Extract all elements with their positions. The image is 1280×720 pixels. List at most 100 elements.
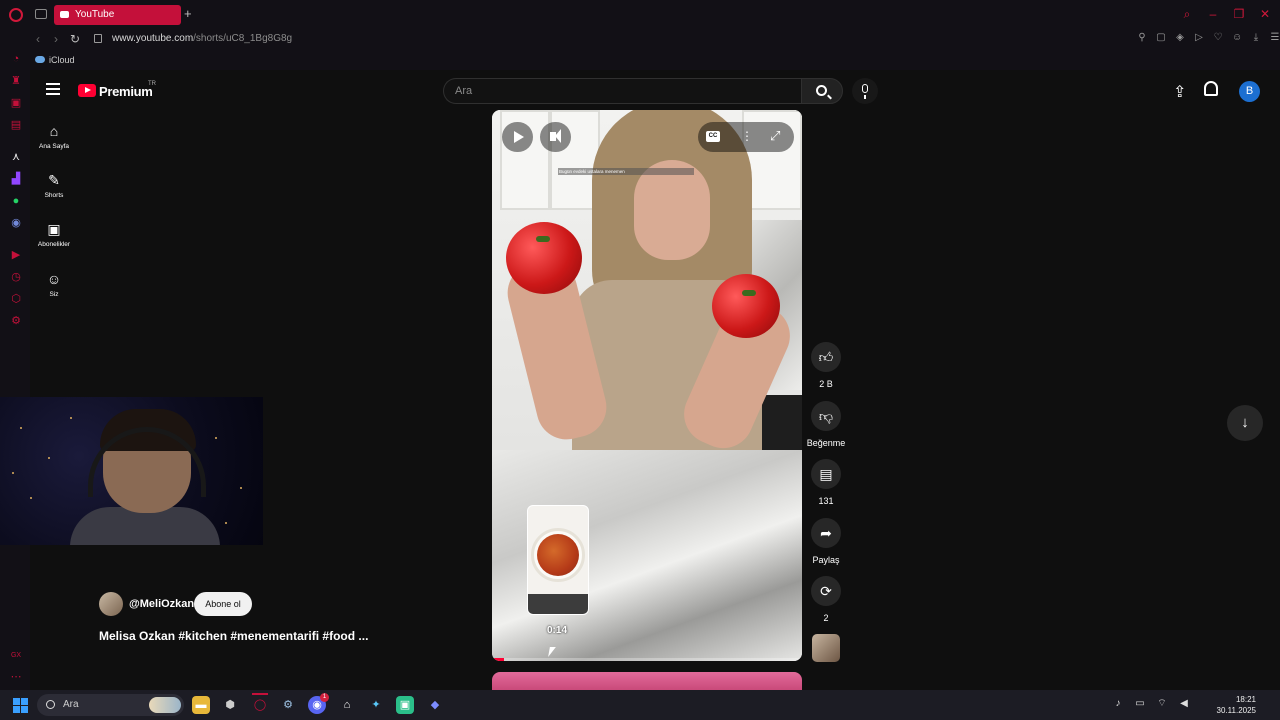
file-explorer-icon[interactable]: ▬: [192, 696, 210, 714]
more-icon[interactable]: ⋯: [10, 671, 22, 683]
search-button[interactable]: [801, 78, 843, 104]
like-button[interactable]: 👍︎ 2 B: [806, 342, 846, 389]
url-field[interactable]: www.youtube.com/shorts/uC8_1Bg8G8g: [112, 33, 292, 44]
app-icon[interactable]: ✦: [367, 696, 385, 714]
url-path: /shorts/uC8_1Bg8G8g: [193, 33, 293, 44]
subscribe-button[interactable]: Abone ol: [194, 592, 252, 616]
account-avatar[interactable]: B: [1239, 81, 1260, 102]
dislike-label: Beğenme: [806, 438, 846, 448]
forward-icon[interactable]: ›: [54, 32, 58, 46]
display-icon[interactable]: ▭: [1134, 698, 1146, 710]
snapshot-icon[interactable]: ▢: [1156, 32, 1166, 44]
more-options-icon[interactable]: ⋮: [741, 129, 753, 143]
clock-date: 30.11.2025: [1216, 706, 1256, 715]
progress-bar[interactable]: [492, 658, 802, 661]
search-input[interactable]: [444, 79, 801, 103]
settings-icon[interactable]: ⚙: [10, 315, 22, 327]
remix-button[interactable]: ⟳ 2: [806, 576, 846, 623]
fullscreen-icon[interactable]: ⤢: [770, 129, 780, 143]
minimize-icon[interactable]: –: [1206, 7, 1220, 21]
seek-preview-time: 0:14: [547, 625, 568, 636]
send-icon[interactable]: ▷: [1194, 32, 1204, 44]
guide-label: Ana Sayfa: [39, 143, 69, 150]
guide-item-shorts[interactable]: ✎ Shorts: [30, 172, 78, 199]
app-icon[interactable]: ▣: [396, 696, 414, 714]
messenger-icon[interactable]: ▤: [10, 119, 22, 131]
youtube-masthead: Premium TR ⇪ B: [30, 72, 1280, 110]
discord-icon[interactable]: ◉: [10, 217, 22, 229]
reload-icon[interactable]: ↻: [70, 32, 80, 46]
extensions-icon[interactable]: ⬡: [10, 293, 22, 305]
captions-icon[interactable]: CC: [706, 131, 720, 142]
workspaces-icon[interactable]: [35, 9, 47, 19]
share-button[interactable]: ➦ Paylaş: [806, 518, 846, 565]
windows-start-icon[interactable]: [13, 698, 28, 713]
whatsapp-icon[interactable]: ●: [10, 195, 22, 207]
gx-control-icon[interactable]: ◔: [10, 53, 22, 65]
subscriptions-icon: ▣: [47, 221, 61, 237]
profile-icon[interactable]: ☺: [1232, 32, 1242, 44]
volume-button[interactable]: [540, 122, 571, 152]
app-icon[interactable]: ⬢: [221, 696, 239, 714]
player-icon[interactable]: ▶: [10, 249, 22, 261]
app-icon[interactable]: ⌂: [338, 696, 356, 714]
volume-icon[interactable]: ◀: [1178, 698, 1190, 710]
channel-avatar[interactable]: [99, 592, 123, 616]
download-icon[interactable]: ⤓: [1251, 32, 1261, 44]
cloud-icon: [35, 56, 45, 63]
webcam-overlay: [0, 397, 263, 545]
notifications-bell-icon[interactable]: [1204, 81, 1218, 96]
play-icon: [514, 131, 524, 143]
bookmark-icloud[interactable]: iCloud: [49, 55, 75, 65]
history-icon[interactable]: ◷: [10, 271, 22, 283]
opera-gx-icon[interactable]: ◯: [251, 696, 269, 714]
tab-youtube[interactable]: YouTube: [54, 5, 181, 25]
logo-text[interactable]: Premium: [99, 84, 153, 99]
discord-badge: 1: [320, 693, 329, 702]
youtube-logo-icon[interactable]: [78, 84, 96, 97]
play-button[interactable]: [502, 122, 533, 152]
video-title[interactable]: Melisa Ozkan #kitchen #menementarifi #fo…: [99, 629, 368, 643]
window-controls: ⌕ – ❐ ✕: [1180, 7, 1272, 21]
sound-avatar[interactable]: [812, 634, 840, 662]
close-icon[interactable]: ✕: [1258, 7, 1272, 21]
hamburger-menu-icon[interactable]: [46, 83, 60, 95]
opera-logo-icon[interactable]: [9, 8, 23, 22]
gx-icon[interactable]: GX: [10, 650, 22, 662]
short-video-player[interactable]: Bugün evdeki ustalara menemen CC ⋮ ⤢ 0:1…: [492, 110, 802, 661]
new-tab-button[interactable]: +: [184, 6, 192, 21]
url-host: www.youtube.com: [112, 33, 194, 44]
dislike-button[interactable]: 👎︎ Beğenme: [806, 401, 846, 448]
guide-item-subscriptions[interactable]: ▣ Abonelikler: [30, 221, 78, 248]
heart-icon[interactable]: ♡: [1213, 32, 1223, 44]
chat-icon[interactable]: ▣: [10, 97, 22, 109]
presenter-face: [634, 160, 710, 260]
guide-item-home[interactable]: ⌂ Ana Sayfa: [30, 123, 78, 150]
youtube-favicon-icon: [60, 11, 69, 18]
tomato-left: [506, 222, 582, 294]
menu-icon[interactable]: ☰: [1270, 32, 1280, 44]
next-video-down-arrow-icon[interactable]: ↓: [1227, 405, 1263, 441]
microphone-icon[interactable]: ♪: [1112, 698, 1124, 710]
comments-button[interactable]: ▤ 131: [806, 459, 846, 506]
voice-search-button[interactable]: [852, 78, 878, 104]
aria-icon[interactable]: ⋏: [10, 151, 22, 163]
steam-icon[interactable]: ⚙: [279, 696, 297, 714]
pin-icon[interactable]: ⚲: [1137, 32, 1147, 44]
upload-icon[interactable]: ⇪: [1173, 82, 1186, 102]
network-icon[interactable]: ⌔: [1156, 698, 1168, 710]
next-short-preview[interactable]: [492, 672, 802, 690]
taskbar-search[interactable]: Ara: [37, 694, 184, 716]
taskbar-clock[interactable]: 18:21 30.11.2025: [1217, 694, 1256, 716]
app-icon[interactable]: ◆: [426, 696, 444, 714]
search-tabs-icon[interactable]: ⌕: [1180, 7, 1194, 21]
back-icon[interactable]: ‹: [36, 32, 40, 46]
tab-title: YouTube: [75, 9, 115, 20]
channel-handle[interactable]: @MeliOzkan: [129, 598, 194, 610]
guide-item-you[interactable]: ☺ Siz: [30, 271, 78, 298]
gx-corner-icon[interactable]: ♜: [10, 75, 22, 87]
player-top-controls: CC ⋮ ⤢: [698, 122, 794, 152]
restore-icon[interactable]: ❐: [1232, 7, 1246, 21]
shield-icon[interactable]: ◈: [1175, 32, 1185, 44]
twitch-icon[interactable]: ▟: [10, 173, 22, 185]
